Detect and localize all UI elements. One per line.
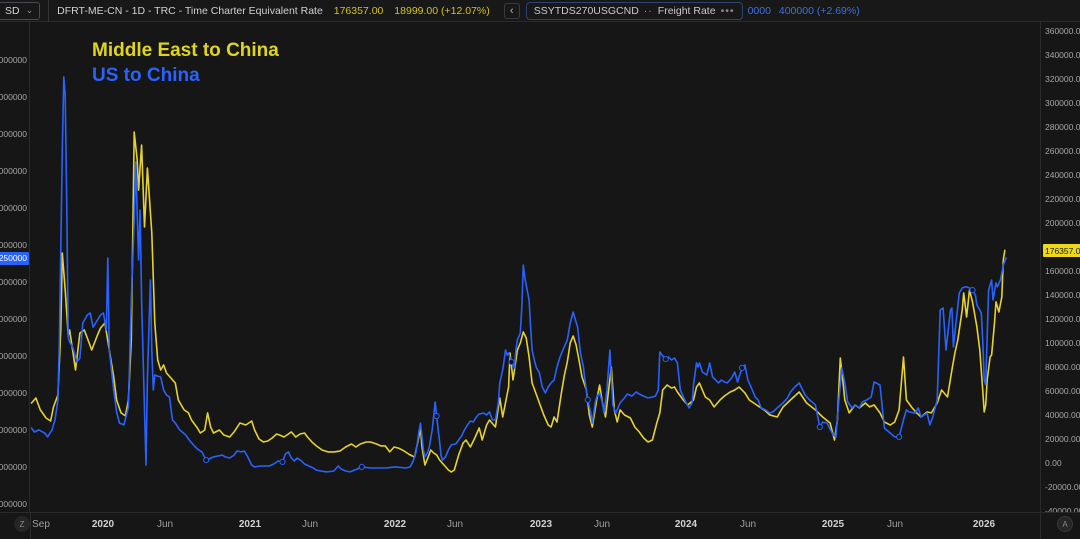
plot-area[interactable]: Middle East to China US to China xyxy=(30,22,1040,512)
right-axis-tick-label: 300000.00 xyxy=(1045,98,1080,108)
series2-change: 400000 (+2.69%) xyxy=(779,5,860,17)
time-tick-jun: Jun xyxy=(447,519,463,530)
right-axis-tick-label: 100000.00 xyxy=(1045,338,1080,348)
series-point-marker xyxy=(663,357,668,362)
left-axis-tick-label: 6000000 xyxy=(0,240,27,250)
series-point-marker xyxy=(817,424,822,429)
right-axis-tick-label: 160000.00 xyxy=(1045,266,1080,276)
left-axis-tick-label: 0000000 xyxy=(0,351,27,361)
more-options-icon[interactable]: ••• xyxy=(721,5,735,17)
right-axis-tick-label: 260000.00 xyxy=(1045,146,1080,156)
right-axis-tick-label: 20000.00 xyxy=(1045,434,1080,444)
right-axis-tick-label: 340000.00 xyxy=(1045,50,1080,60)
left-axis-tick-label: 4000000 xyxy=(0,462,27,472)
series-point-marker xyxy=(739,365,744,370)
chevron-down-icon: ⌄ xyxy=(26,5,34,16)
right-axis-tick-label: 360000.00 xyxy=(1045,26,1080,36)
right-axis-tick-label: 200000.00 xyxy=(1045,218,1080,228)
series-point-marker xyxy=(897,434,902,439)
series-point-marker xyxy=(509,359,514,364)
blue-price-badge: 5250000 xyxy=(0,252,29,265)
time-tick-2023: 2023 xyxy=(530,519,552,530)
series-line-blue[interactable] xyxy=(32,77,1007,472)
time-tick-jun: Jun xyxy=(594,519,610,530)
series1-title: DFRT-ME-CN - 1D - TRC - Time Charter Equ… xyxy=(57,5,323,17)
series1-change: 18999.00 (+12.07%) xyxy=(394,5,489,17)
right-axis-tick-label: 280000.00 xyxy=(1045,122,1080,132)
right-axis-tick-label: 120000.00 xyxy=(1045,314,1080,324)
series2-values: 0000 400000 (+2.69%) xyxy=(743,5,860,17)
time-tick-2024: 2024 xyxy=(675,519,697,530)
axis-border-left xyxy=(30,513,31,539)
right-axis-tick-label: 60000.00 xyxy=(1045,386,1080,396)
series2-type-label: Freight Rate xyxy=(658,5,716,17)
series2-value: 0000 xyxy=(748,5,771,17)
right-axis-tick-label: 0.00 xyxy=(1045,458,1062,468)
time-tick-2022: 2022 xyxy=(384,519,406,530)
right-axis-tick-label: 40000.00 xyxy=(1045,410,1080,420)
left-axis-tick-label: 8000000 xyxy=(0,388,27,398)
legend-middle-east-to-china: Middle East to China xyxy=(92,38,279,63)
time-axis[interactable]: Sep 2020 Jun 2021 Jun 2022 Jun 2023 Jun 2024 Jun 20… xyxy=(0,512,1080,539)
right-axis-tick-label: 320000.00 xyxy=(1045,74,1080,84)
price-chart[interactable] xyxy=(30,22,1040,512)
left-axis-tick-label: 2000000 xyxy=(0,499,27,509)
yellow-price-badge: 176357.00 xyxy=(1043,244,1080,257)
series-point-marker xyxy=(359,464,364,469)
right-axis-tick-label: 220000.00 xyxy=(1045,194,1080,204)
time-tick-jun: Jun xyxy=(157,519,173,530)
time-tick-2025: 2025 xyxy=(822,519,844,530)
series1-legend-row[interactable]: DFRT-ME-CN - 1D - TRC - Time Charter Equ… xyxy=(57,5,490,17)
left-axis-tick-label: 0000000 xyxy=(0,166,27,176)
autoscale-button[interactable]: A xyxy=(1057,516,1073,532)
left-axis-tick-label: 2000000 xyxy=(0,314,27,324)
autoscale-label: A xyxy=(1062,520,1067,529)
time-tick-2021: 2021 xyxy=(239,519,261,530)
time-tick-jun: Jun xyxy=(302,519,318,530)
currency-label: SD xyxy=(5,5,20,17)
time-tick-jun: Jun xyxy=(740,519,756,530)
time-tick-2020: 2020 xyxy=(92,519,114,530)
right-price-scale[interactable]: 360000.00 340000.00 320000.00 300000.00 2800… xyxy=(1040,22,1080,512)
time-tick-jun: Jun xyxy=(887,519,903,530)
series-point-marker xyxy=(434,413,439,418)
currency-selector[interactable]: SD ⌄ xyxy=(0,2,40,20)
timezone-button[interactable]: Z xyxy=(14,516,30,532)
series2-legend-box[interactable]: SSYTDS270USGCND ·· Freight Rate ••• xyxy=(526,2,743,20)
left-axis-tick-label: 4000000 xyxy=(0,92,27,102)
series-point-marker xyxy=(204,458,209,463)
time-tick-2026: 2026 xyxy=(973,519,995,530)
axis-border-right xyxy=(1040,513,1041,539)
series2-separator: ·· xyxy=(644,5,653,17)
top-toolbar: SD ⌄ DFRT-ME-CN - 1D - TRC - Time Charte… xyxy=(0,0,1080,22)
right-axis-tick-label: 140000.00 xyxy=(1045,290,1080,300)
left-axis-tick-label: 8000000 xyxy=(0,203,27,213)
series2-symbol: SSYTDS270USGCND xyxy=(534,5,639,17)
series-point-marker xyxy=(970,288,975,293)
legend-us-to-china: US to China xyxy=(92,63,279,88)
left-axis-tick-label: 6000000 xyxy=(0,55,27,65)
chart-app: SD ⌄ DFRT-ME-CN - 1D - TRC - Time Charte… xyxy=(0,0,1080,539)
time-tick-sep: Sep xyxy=(32,519,50,530)
chevron-left-icon: ‹ xyxy=(510,5,514,17)
left-axis-tick-label: 4000000 xyxy=(0,277,27,287)
timezone-label: Z xyxy=(20,520,25,529)
toolbar-divider xyxy=(48,0,49,22)
right-axis-tick-label: -20000.00 xyxy=(1045,482,1080,492)
series1-value: 176357.00 xyxy=(334,5,384,17)
series-point-marker xyxy=(585,397,590,402)
chart-legend: Middle East to China US to China xyxy=(92,38,279,88)
left-axis-tick-label: 6000000 xyxy=(0,425,27,435)
right-axis-tick-label: 80000.00 xyxy=(1045,362,1080,372)
right-axis-tick-label: 240000.00 xyxy=(1045,170,1080,180)
series-line-yellow[interactable] xyxy=(32,132,1005,472)
left-axis-tick-label: 2000000 xyxy=(0,129,27,139)
series-point-marker xyxy=(280,459,285,464)
left-price-scale[interactable]: 6000000 4000000 2000000 0000000 8000000 60000… xyxy=(0,22,30,512)
back-chevron-button[interactable]: ‹ xyxy=(504,3,520,19)
